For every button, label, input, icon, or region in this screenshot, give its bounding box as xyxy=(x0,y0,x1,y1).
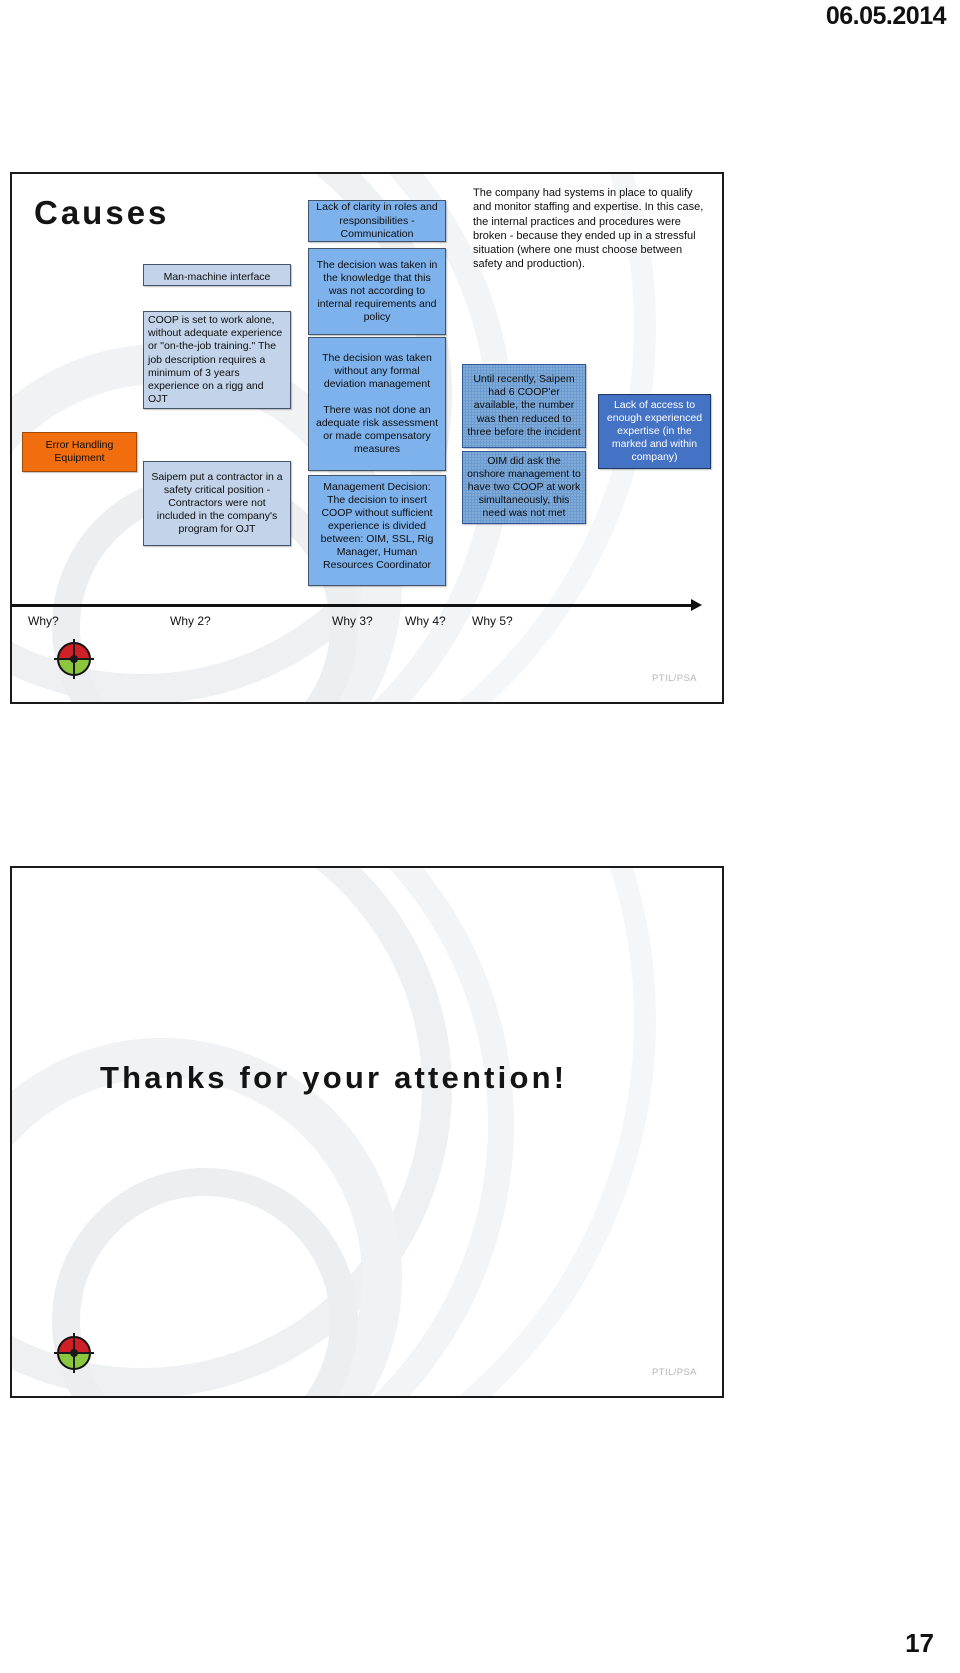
slide-causes: Causes Man-machine interface COOP is set… xyxy=(10,172,724,704)
why-label-3: Why 3? xyxy=(332,614,373,628)
box-decision-knowledge[interactable]: The decision was taken in the knowledge … xyxy=(308,248,446,335)
box-saipem-contractor[interactable]: Saipem put a contractor in a safety crit… xyxy=(143,461,291,546)
footer-brand-thanks: PTIL/PSA xyxy=(652,1367,697,1378)
page-date: 06.05.2014 xyxy=(825,2,947,30)
box-lack-of-access-expertise[interactable]: Lack of access to enough experienced exp… xyxy=(598,394,711,469)
why-label-2: Why 2? xyxy=(170,614,211,628)
box-man-machine-interface[interactable]: Man-machine interface xyxy=(143,264,291,286)
why-label-5: Why 5? xyxy=(472,614,513,628)
slide-thanks: Thanks for your attention! PTIL/PSA xyxy=(10,866,724,1398)
why-label-4: Why 4? xyxy=(405,614,446,628)
target-logo-icon xyxy=(54,1333,94,1373)
why-axis-line xyxy=(12,604,692,607)
footer-brand-causes: PTIL/PSA xyxy=(652,673,697,684)
box-management-decision[interactable]: Management Decision: The decision to ins… xyxy=(308,475,446,586)
why-label-1: Why? xyxy=(28,614,59,628)
box-oim-request[interactable]: OIM did ask the onshore management to ha… xyxy=(462,451,586,524)
box-no-formal-deviation[interactable]: The decision was taken without any forma… xyxy=(308,337,446,471)
page-number: 17 xyxy=(905,1628,934,1658)
box-coop-availability[interactable]: Until recently, Saipem had 6 COOP'er ava… xyxy=(462,364,586,448)
box-lack-of-clarity[interactable]: Lack of clarity in roles and responsibil… xyxy=(308,200,446,242)
box-error-handling-equipment[interactable]: Error Handling Equipment xyxy=(22,432,137,472)
background-swoosh-5b xyxy=(52,1168,358,1396)
background-swoosh-1b xyxy=(12,868,452,1396)
box-coop-work-alone[interactable]: COOP is set to work alone, without adequ… xyxy=(143,311,291,409)
thanks-title: Thanks for your attention! xyxy=(100,1060,568,1095)
page-title: Causes xyxy=(34,194,170,231)
target-logo-icon xyxy=(54,639,94,679)
background-swoosh-4b xyxy=(12,868,656,1396)
background-swoosh-2b xyxy=(12,868,514,1396)
why-axis-arrowhead xyxy=(691,599,702,611)
causes-explanation-paragraph: The company had systems in place to qual… xyxy=(473,187,704,271)
